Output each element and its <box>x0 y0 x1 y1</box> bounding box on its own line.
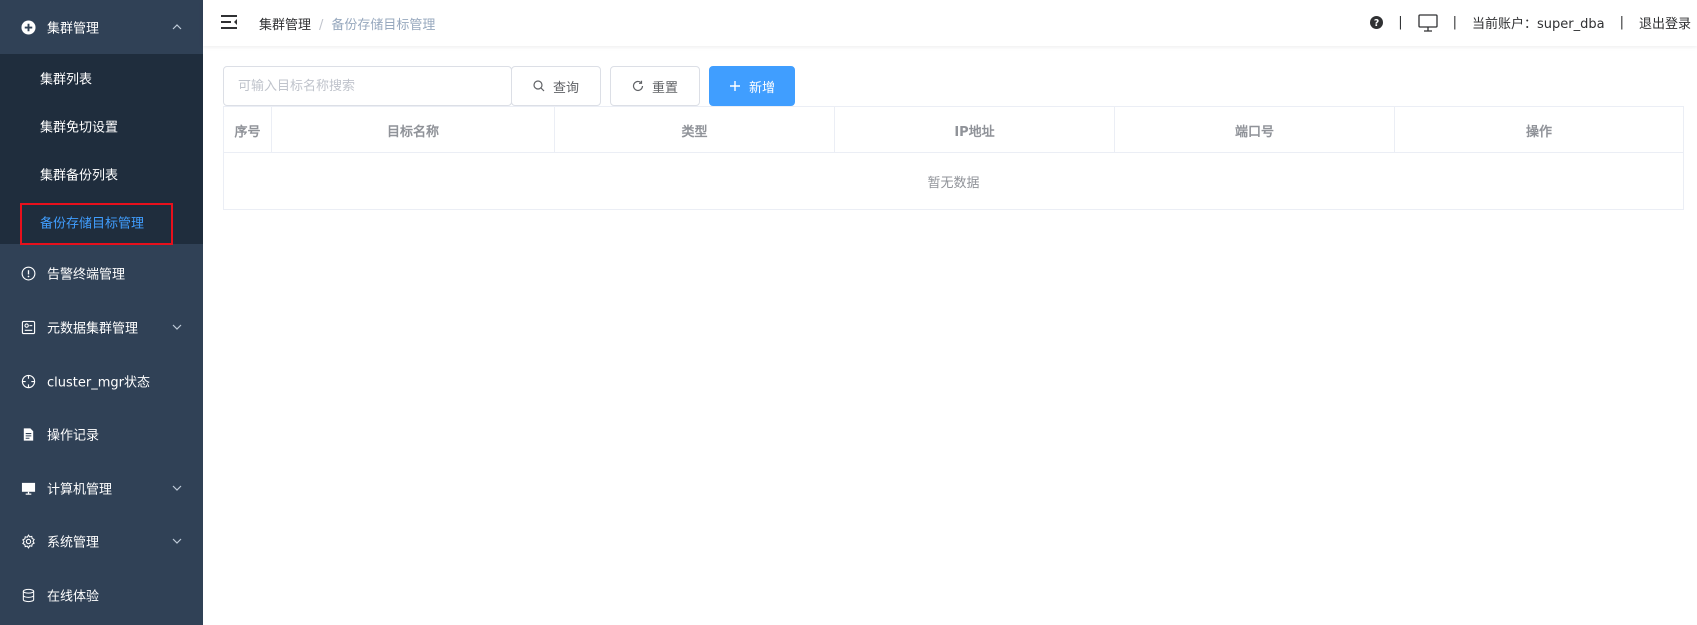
target-name-search-input[interactable] <box>223 66 512 106</box>
top-header: 集群管理 / 备份存储目标管理 ? | | 当前账户：super_dba | 退出登… <box>203 0 1697 46</box>
plus-icon <box>729 80 741 92</box>
crosshair-icon <box>20 373 36 389</box>
table-header: 序号 目标名称 类型 IP地址 端口号 操作 <box>224 107 1683 153</box>
sidebar-item-cluster-mgr-status[interactable]: cluster_mgr状态 <box>0 354 203 408</box>
query-button-label: 查询 <box>552 80 579 96</box>
database-icon <box>20 587 36 603</box>
breadcrumb: 集群管理 / 备份存储目标管理 <box>259 14 435 33</box>
query-button[interactable]: 查询 <box>511 66 601 106</box>
header-divider: | <box>1619 15 1624 30</box>
sidebar-item-operation-log[interactable]: 操作记录 <box>0 407 203 461</box>
metadata-icon <box>20 319 36 335</box>
sidebar-item-system-management[interactable]: 系统管理 <box>0 514 203 568</box>
sidebar-item-label: 操作记录 <box>47 428 100 444</box>
header-divider: | <box>1452 15 1458 30</box>
backup-target-table: 序号 目标名称 类型 IP地址 端口号 操作 暂无数据 <box>223 106 1684 210</box>
sidebar-subitem-label: 集群免切设置 <box>40 120 119 136</box>
sidebar-subitem-label: 备份存储目标管理 <box>40 216 145 232</box>
reset-button[interactable]: 重置 <box>610 66 700 106</box>
sidebar-item-alert-terminal[interactable]: 告警终端管理 <box>0 246 203 300</box>
document-icon <box>20 426 36 442</box>
breadcrumb-current: 备份存储目标管理 <box>331 18 436 33</box>
column-header-ip-address: IP地址 <box>835 107 1115 153</box>
sidebar-item-cluster-management[interactable]: 集群管理 <box>0 0 203 54</box>
monitor-icon <box>20 480 36 496</box>
reset-button-label: 重置 <box>651 80 678 96</box>
column-header-target-name: 目标名称 <box>272 107 555 153</box>
sidebar-item-online-experience[interactable]: 在线体验 <box>0 568 203 622</box>
sidebar-item-label: 告警终端管理 <box>47 267 126 283</box>
sidebar-subitem-backup-list[interactable]: 集群备份列表 <box>0 150 203 198</box>
chevron-down-icon <box>171 535 183 547</box>
logout-link[interactable]: 退出登录 <box>1639 13 1691 32</box>
table-empty-text: 暂无数据 <box>927 176 980 191</box>
chevron-down-icon <box>171 482 183 494</box>
add-button[interactable]: 新增 <box>709 66 795 106</box>
app-root: 集群管理 集群列表 集群免切设置 集群备份列表 备份存储目标管理 告警终端管理 … <box>0 0 1697 625</box>
alert-icon <box>20 265 36 281</box>
sidebar-item-label: 计算机管理 <box>47 482 113 498</box>
cluster-icon <box>20 19 36 35</box>
sidebar: 集群管理 集群列表 集群免切设置 集群备份列表 备份存储目标管理 告警终端管理 … <box>0 0 203 625</box>
column-header-port: 端口号 <box>1115 107 1395 153</box>
fullscreen-icon[interactable] <box>1417 13 1438 32</box>
column-header-type: 类型 <box>555 107 835 153</box>
breadcrumb-item[interactable]: 集群管理 <box>259 18 311 33</box>
breadcrumb-separator: / <box>319 18 324 33</box>
sidebar-item-label: 在线体验 <box>47 589 100 605</box>
header-actions: ? | | 当前账户：super_dba | 退出登录 <box>1370 13 1691 32</box>
sidebar-subitem-label: 集群列表 <box>40 72 93 88</box>
column-header-actions: 操作 <box>1525 124 1552 140</box>
sidebar-item-label: cluster_mgr状态 <box>47 375 150 391</box>
sidebar-item-computer-management[interactable]: 计算机管理 <box>0 461 203 515</box>
add-button-label: 新增 <box>748 80 775 96</box>
sidebar-subitem-label: 集群备份列表 <box>40 168 119 184</box>
search-icon <box>533 80 545 92</box>
sidebar-item-label: 系统管理 <box>47 535 100 551</box>
header-divider: | <box>1398 15 1403 30</box>
chevron-up-icon <box>171 21 183 33</box>
sidebar-item-metadata-cluster[interactable]: 元数据集群管理 <box>0 300 203 354</box>
sidebar-item-label: 集群管理 <box>47 21 100 37</box>
column-header-index: 序号 <box>224 107 272 153</box>
refresh-icon <box>632 80 644 92</box>
sidebar-subitem-switch-settings[interactable]: 集群免切设置 <box>0 102 203 150</box>
sidebar-subitem-backup-storage-target[interactable]: 备份存储目标管理 <box>0 198 203 246</box>
sidebar-item-label: 元数据集群管理 <box>47 321 139 337</box>
sidebar-subitem-cluster-list[interactable]: 集群列表 <box>0 54 203 102</box>
help-icon[interactable]: ? <box>1370 16 1384 29</box>
menu-toggle-icon[interactable] <box>220 14 238 30</box>
svg-text:?: ? <box>1374 18 1379 29</box>
current-account: 当前账户：super_dba <box>1472 17 1605 32</box>
gear-icon <box>20 533 36 549</box>
chevron-down-icon <box>171 321 183 333</box>
submenu-cluster-management: 集群列表 集群免切设置 集群备份列表 备份存储目标管理 <box>0 54 203 244</box>
